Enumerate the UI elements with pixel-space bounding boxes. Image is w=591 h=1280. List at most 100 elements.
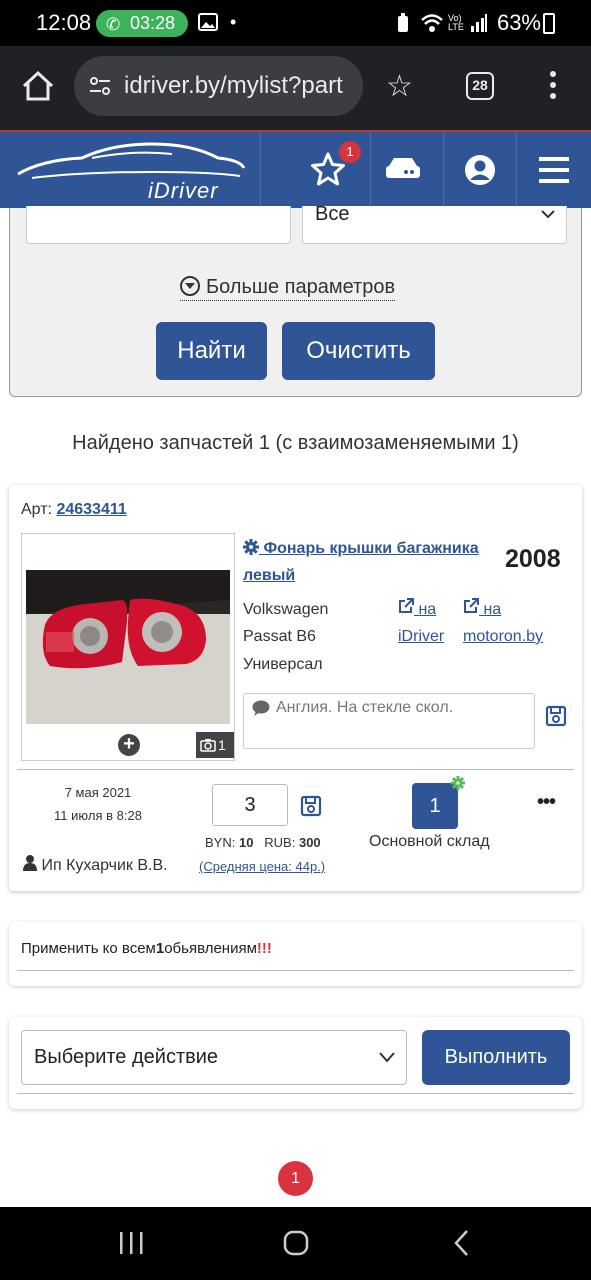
tab-switcher-button[interactable]: 28 (466, 72, 494, 100)
browser-menu-icon[interactable] (546, 68, 560, 104)
more-actions-icon[interactable]: ••• (537, 791, 556, 814)
chevron-down-icon (541, 210, 555, 219)
gear-icon (243, 539, 259, 555)
stock-name: Основной склад (369, 833, 490, 850)
stock-settings-gear-icon[interactable] (450, 775, 466, 791)
open-on-motoron-link[interactable]: на motoron.by (463, 596, 543, 650)
date-created: 7 мая 2021 (64, 785, 132, 800)
average-price-link[interactable]: (Средняя цена: 44р.) (199, 859, 325, 874)
apply-count: 1 (155, 940, 165, 957)
user-circle-icon (465, 155, 495, 185)
apply-all-text: Применить ко всем1обьявлениям!!! (21, 940, 272, 957)
article-line: Арт: 24633411 (21, 501, 127, 519)
motoron-link-line2: motoron.by (463, 628, 544, 645)
call-timer: 03:28 (130, 13, 176, 33)
action-select[interactable]: Выберите действие (21, 1030, 407, 1085)
idriver-link-line2: iDriver (398, 628, 445, 645)
part-photo[interactable] (26, 570, 230, 724)
logo-text: iDriver (148, 178, 219, 203)
date-updated: 11 июля в 8:28 (54, 808, 142, 823)
home-button[interactable] (18, 66, 58, 106)
rub-label: RUB: (264, 835, 296, 850)
motoron-link-line1: на (483, 601, 502, 618)
idriver-link-line1: на (418, 601, 437, 618)
part-title-link[interactable]: Фонарь крышки багажника левый (243, 535, 495, 589)
volte-icon: Vo) LTE (448, 13, 464, 32)
photo-box: + 1 (21, 533, 235, 761)
owner-name: Ип Кухарчик В.В. (41, 857, 168, 874)
car-make: Volkswagen (243, 601, 329, 618)
back-icon[interactable] (452, 1229, 470, 1257)
garage-button[interactable] (371, 132, 443, 210)
system-nav-bar (0, 1207, 591, 1280)
home-nav-icon[interactable] (283, 1230, 309, 1256)
comment-field[interactable]: Англия. На стекле скол. (243, 693, 535, 749)
clock: 12:08 (36, 10, 92, 35)
battery-icon (543, 13, 555, 34)
open-on-idriver-link[interactable]: на iDriver (398, 596, 444, 650)
filter-text-input[interactable] (26, 206, 291, 244)
chevron-down-icon (379, 1052, 395, 1063)
external-link-icon (399, 598, 414, 613)
chevron-circle-down-icon (180, 276, 200, 296)
camera-icon (200, 739, 216, 752)
results-summary: Найдено запчастей 1 (с взаимозаменяемыми… (72, 432, 519, 454)
price-line: BYN: 10 RUB: 300 (205, 835, 321, 850)
part-card: Арт: 24633411 + 1 Фонарь крышки багажник… (9, 485, 582, 891)
external-link-icon (464, 598, 479, 613)
battery-saver-icon (396, 13, 410, 38)
signal-icon (470, 13, 488, 38)
browser-toolbar: idriver.by/mylist?part ☆ 28 (0, 46, 591, 130)
apply-marks: !!! (256, 940, 272, 957)
car-drive-icon (386, 158, 420, 178)
favorites-count-badge: 1 (339, 141, 361, 163)
car-body: Универсал (243, 656, 323, 673)
wifi-icon (420, 13, 444, 38)
hamburger-menu-button[interactable] (517, 132, 591, 210)
article-number-link[interactable]: 24633411 (56, 501, 126, 518)
profile-button[interactable] (444, 132, 516, 210)
search-filter-panel: Все Больше параметров Найти Очистить (9, 203, 582, 397)
dot-icon: • (230, 12, 237, 32)
idriver-logo[interactable]: iDriver (12, 138, 252, 204)
comment-text: Англия. На стекле скол. (276, 699, 454, 716)
find-button[interactable]: Найти (156, 322, 267, 380)
quantity-input[interactable]: 3 (212, 784, 288, 826)
more-params-label: Больше параметров (206, 276, 396, 298)
gallery-icon (198, 13, 218, 36)
part-year: 2008 (505, 545, 561, 573)
comment-bubble-icon (252, 700, 270, 716)
add-photo-icon[interactable]: + (118, 734, 140, 756)
call-indicator[interactable]: ✆ 03:28 (96, 10, 188, 37)
bulk-action-panel: Выберите действие Выполнить (9, 1017, 582, 1109)
apply-all-panel: Применить ко всем1обьявлениям!!! (9, 922, 582, 986)
favorites-button[interactable]: 1 (261, 132, 370, 210)
photo-count: 1 (218, 737, 226, 753)
site-settings-icon[interactable] (88, 74, 112, 98)
part-title: Фонарь крышки багажника левый (243, 540, 479, 584)
save-comment-icon[interactable] (545, 705, 567, 727)
status-bar: 12:08 ✆ 03:28 • Vo) LTE 63% (0, 0, 591, 46)
action-select-value: Выберите действие (34, 1046, 219, 1068)
clear-button[interactable]: Очистить (282, 322, 435, 380)
battery-level: 63% (496, 10, 541, 35)
owner-line: Ип Кухарчик В.В. (23, 855, 168, 875)
address-bar[interactable]: idriver.by/mylist?part (74, 56, 363, 116)
filter-select-value: Все (315, 203, 350, 225)
filter-select[interactable]: Все (302, 203, 567, 244)
apply-prefix: Применить ко всем (21, 940, 156, 957)
pagination-current-page[interactable]: 1 (278, 1161, 313, 1196)
site-header: iDriver 1 (0, 130, 591, 210)
recent-apps-icon[interactable] (118, 1231, 144, 1255)
article-label: Арт: (21, 501, 52, 518)
bookmark-star-icon[interactable]: ☆ (386, 72, 413, 102)
user-icon (23, 855, 37, 871)
apply-suffix: обьявлениям (164, 940, 257, 957)
photo-count-button[interactable]: 1 (196, 732, 234, 758)
save-quantity-icon[interactable] (300, 795, 322, 817)
more-params-link[interactable]: Больше параметров (180, 276, 396, 301)
hamburger-icon (539, 157, 569, 183)
byn-label: BYN: (205, 835, 236, 850)
run-action-button[interactable]: Выполнить (422, 1030, 570, 1085)
rub-value: 300 (298, 835, 321, 850)
